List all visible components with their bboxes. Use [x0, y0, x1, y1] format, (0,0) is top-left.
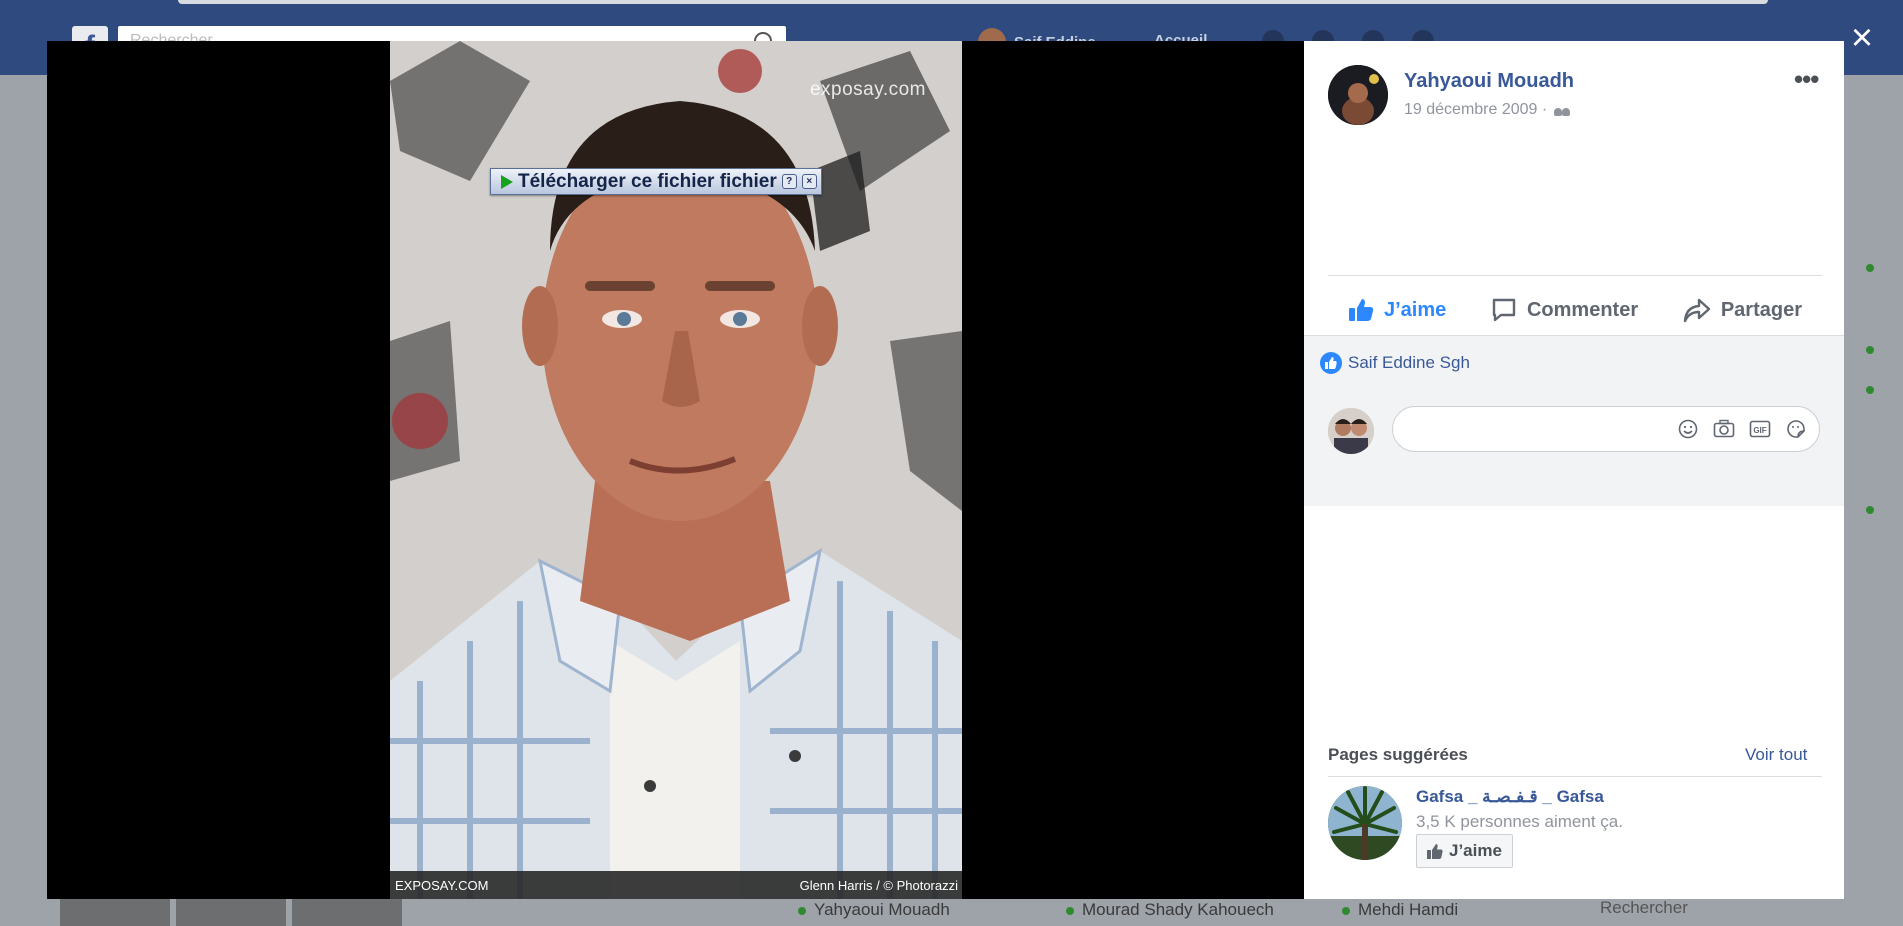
likers-summary[interactable]: Saif Eddine Sgh [1320, 352, 1470, 374]
chat-search: Rechercher [1600, 898, 1688, 917]
photo-credit-source: EXPOSAY.COM [395, 878, 489, 893]
share-button[interactable]: Partager [1683, 297, 1802, 323]
camera-icon[interactable] [1713, 418, 1735, 440]
photo-stage[interactable]: exposay.com Télécharger ce fichier fichi… [47, 41, 1304, 899]
divider [1328, 275, 1822, 276]
post-side-panel: Yahyaoui Mouadh 19 décembre 2009 · ••• J… [1304, 41, 1844, 899]
avatar [1328, 65, 1388, 125]
chat-contact: Mourad Shady Kahouech [1066, 900, 1274, 920]
gif-icon[interactable]: GIF [1749, 418, 1771, 440]
background-thumbnails [60, 898, 402, 926]
like-button[interactable]: J’aime [1348, 298, 1446, 322]
comment-input-icons: GIF [1677, 418, 1807, 440]
comment-input[interactable]: GIF [1392, 406, 1820, 452]
download-overlay-label[interactable]: Télécharger ce fichier fichier [518, 171, 777, 193]
browser-url-bar [178, 0, 1768, 4]
photo-credit-bar: EXPOSAY.COM Glenn Harris / © Photorazzi [390, 871, 962, 899]
page-like-button[interactable]: J’aime [1416, 834, 1513, 868]
comment-icon [1492, 298, 1516, 322]
palm-tree-image [1328, 786, 1402, 860]
online-dot [1866, 386, 1874, 394]
like-label: J’aime [1384, 298, 1447, 321]
post-meta: 19 décembre 2009 · [1404, 101, 1571, 119]
post-actions: J’aime Commenter Partager [1328, 286, 1822, 334]
thumbs-up-icon [1349, 299, 1374, 321]
photo-watermark: exposay.com [809, 79, 926, 100]
comment-text-field[interactable] [1409, 417, 1663, 443]
photo[interactable]: exposay.com Télécharger ce fichier fichi… [390, 41, 962, 899]
online-dot [1866, 506, 1874, 514]
share-label: Partager [1720, 298, 1802, 321]
post-date[interactable]: 19 décembre 2009 · [1404, 101, 1547, 119]
suggested-page-likes: 3,5 K personnes aiment ça. [1416, 812, 1623, 831]
suggested-pages-title: Pages suggérées [1328, 745, 1468, 764]
more-options-icon[interactable]: ••• [1794, 66, 1819, 92]
author-avatar[interactable] [1328, 65, 1388, 125]
author-name[interactable]: Yahyaoui Mouadh [1404, 70, 1574, 93]
friends-icon[interactable] [1553, 104, 1571, 116]
suggested-page-name[interactable]: Gafsa _ قـفـصـة _ Gafsa [1416, 787, 1604, 807]
thumbnail [292, 898, 402, 926]
help-icon[interactable]: ? [781, 174, 797, 189]
see-all-link[interactable]: Voir tout [1745, 745, 1807, 765]
close-overlay-icon[interactable]: × [801, 174, 817, 189]
divider [1328, 776, 1822, 777]
svg-text:GIF: GIF [1753, 426, 1766, 435]
thumbs-up-icon [1427, 843, 1443, 859]
online-dot [1866, 346, 1874, 354]
like-reaction-icon [1320, 352, 1342, 374]
page-like-label: J’aime [1449, 841, 1502, 860]
emoji-icon[interactable] [1677, 418, 1699, 440]
share-icon [1683, 298, 1711, 323]
comment-label: Commenter [1526, 298, 1639, 321]
chat-contact: Mehdi Hamdi [1342, 900, 1458, 920]
reactions-area: Saif Eddine Sgh GIF [1304, 336, 1844, 506]
chat-contact: Yahyaoui Mouadh [798, 900, 950, 920]
thumbnail [60, 898, 170, 926]
online-dot [1866, 264, 1874, 272]
download-overlay[interactable]: Télécharger ce fichier fichier ? × [490, 168, 822, 195]
background-chat-column [1843, 140, 1903, 900]
suggested-page-avatar[interactable] [1328, 786, 1402, 860]
close-icon[interactable]: × [1846, 19, 1878, 57]
likers-name[interactable]: Saif Eddine Sgh [1348, 353, 1470, 373]
avatar [1328, 408, 1374, 454]
comment-button[interactable]: Commenter [1491, 297, 1638, 323]
photo-credit-photographer: Glenn Harris / © Photorazzi [799, 878, 958, 893]
sticker-icon[interactable] [1785, 418, 1807, 440]
play-icon [501, 174, 513, 189]
thumbnail [176, 898, 286, 926]
